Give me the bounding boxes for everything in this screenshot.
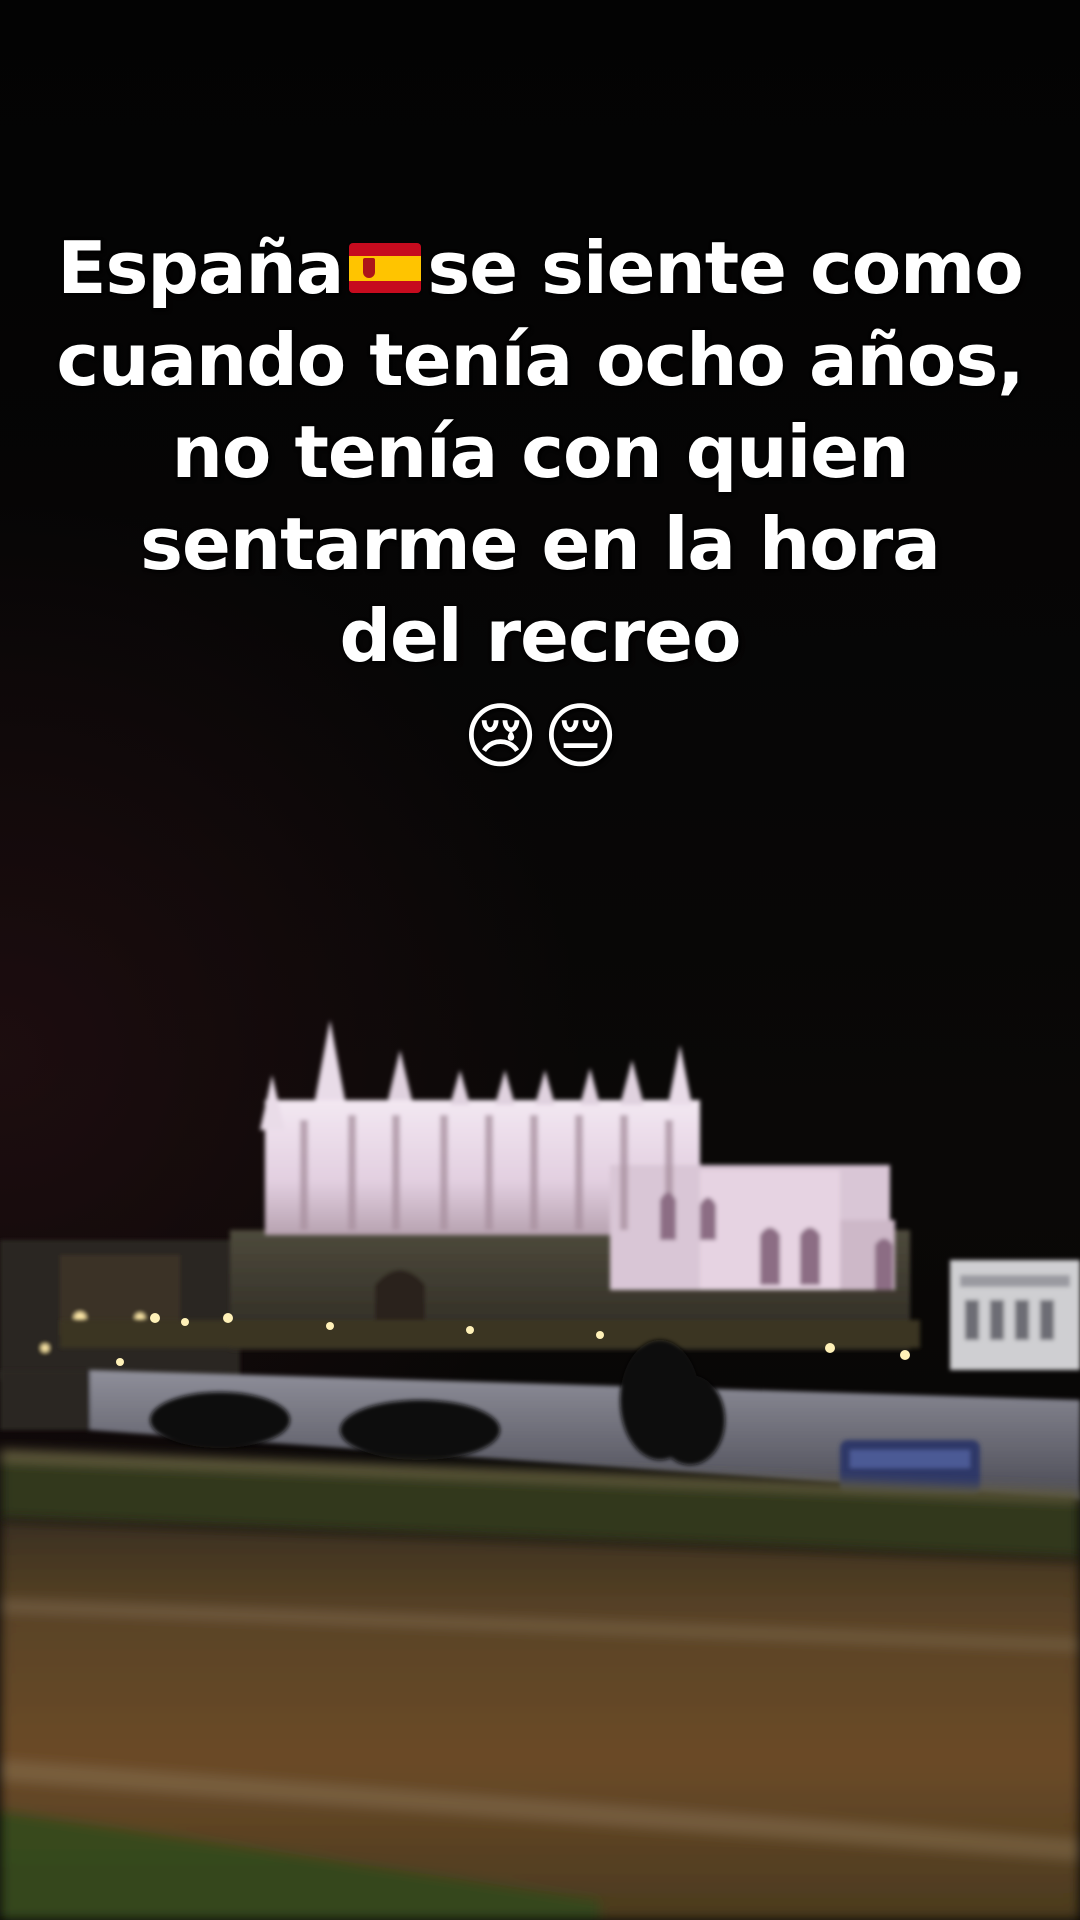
caption-line-1: España se siente como xyxy=(40,222,1040,314)
caption-text-espana: España xyxy=(57,226,344,310)
right-building xyxy=(950,1260,1080,1370)
caption-emoji-row: 😢 😔 xyxy=(40,690,1040,782)
caption-line-3: no tenía con quien xyxy=(171,410,910,494)
caption-line-5: del recreo xyxy=(339,594,742,678)
road xyxy=(0,1520,1080,1920)
pensive-face-emoji: 😔 xyxy=(543,694,618,778)
crying-face-emoji: 😢 xyxy=(462,694,538,778)
video-caption: España se siente como cuando tenía ocho a… xyxy=(40,222,1040,782)
spain-flag-icon xyxy=(349,243,422,294)
caption-line-2: cuando tenía ocho años, xyxy=(56,318,1024,402)
video-frame[interactable]: España se siente como cuando tenía ocho a… xyxy=(0,0,1080,1920)
caption-line-4: sentarme en la hora xyxy=(140,502,941,586)
caption-text-line1-rest: se siente como xyxy=(427,226,1023,310)
